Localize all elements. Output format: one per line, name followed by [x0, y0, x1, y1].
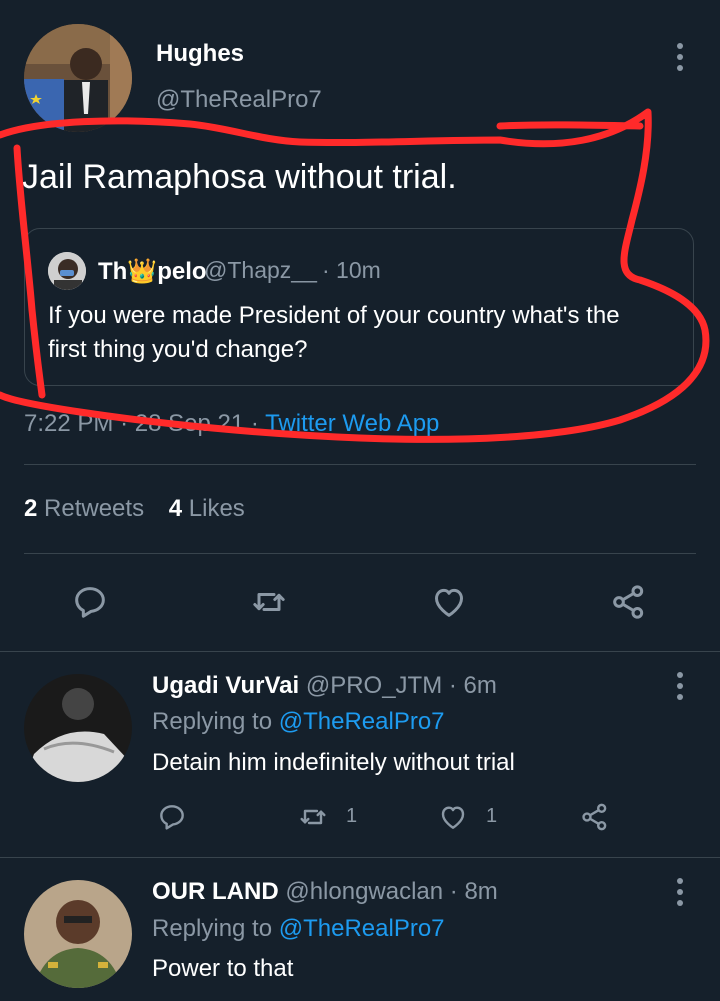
replying-to-handle[interactable]: @TheRealPro7	[279, 915, 445, 942]
tweet-stats: 2 Retweets 4 Likes	[24, 495, 245, 523]
reply-avatar-image	[24, 880, 132, 988]
reply-avatar-image	[24, 674, 132, 782]
divider	[0, 857, 720, 858]
likes-stat[interactable]: 4 Likes	[169, 495, 245, 522]
author-avatar[interactable]	[24, 24, 132, 132]
retweets-label: Retweets	[44, 495, 145, 522]
replying-to-handle[interactable]: @TheRealPro7	[279, 708, 445, 735]
share-icon[interactable]	[608, 582, 650, 622]
replying-to-label: Replying to	[152, 708, 273, 735]
tweet-date: 28 Sep 21	[134, 410, 245, 437]
like-icon[interactable]	[428, 582, 470, 622]
reply-retweet-count: 1	[346, 805, 358, 827]
reply-header: Ugadi VurVai @PRO_JTM · 6m	[152, 672, 497, 700]
quoted-avatar[interactable]	[48, 252, 86, 290]
likes-label: Likes	[188, 495, 245, 522]
reply-time: · 8m	[449, 878, 498, 905]
author-handle[interactable]: @TheRealPro7	[156, 86, 322, 114]
like-icon[interactable]	[436, 801, 470, 833]
reply-author-name[interactable]: Ugadi VurVai	[152, 672, 299, 699]
meta-separator: ·	[250, 410, 259, 437]
retweet-icon[interactable]	[248, 582, 290, 622]
more-options-icon[interactable]	[677, 43, 683, 76]
quoted-text-line1: If you were made President of your count…	[48, 302, 620, 329]
reply-avatar[interactable]	[24, 880, 132, 988]
replying-to: Replying to @TheRealPro7	[152, 915, 445, 943]
replying-to-label: Replying to	[152, 915, 273, 942]
retweets-stat[interactable]: 2 Retweets	[24, 495, 151, 522]
tweet-source-link[interactable]: Twitter Web App	[265, 410, 439, 437]
reply-author-handle[interactable]: @PRO_JTM	[306, 672, 442, 699]
more-options-icon[interactable]	[677, 878, 683, 911]
reply-author-handle[interactable]: @hlongwaclan	[285, 878, 443, 905]
author-name[interactable]: Hughes	[156, 40, 244, 68]
retweets-count: 2	[24, 495, 38, 522]
more-options-icon[interactable]	[677, 672, 683, 705]
reply-time: · 6m	[448, 672, 497, 699]
reply-avatar[interactable]	[24, 674, 132, 782]
tweet-text: Jail Ramaphosa without trial.	[22, 158, 457, 196]
tweet-meta: 7:22 PM · 28 Sep 21 · Twitter Web App	[24, 410, 439, 438]
quoted-author-handle[interactable]: @Thapz__	[204, 257, 317, 284]
reply-text: Power to that	[152, 955, 294, 982]
meta-separator: ·	[120, 410, 129, 437]
reply-header: OUR LAND @hlongwaclan · 8m	[152, 878, 498, 906]
retweet-icon[interactable]	[296, 801, 330, 833]
quoted-time: · 10m	[322, 257, 381, 283]
replying-to: Replying to @TheRealPro7	[152, 708, 445, 736]
tweet-time: 7:22 PM	[24, 410, 114, 437]
avatar-image	[24, 24, 132, 132]
divider	[24, 464, 696, 465]
likes-count: 4	[168, 495, 183, 522]
divider	[0, 651, 720, 652]
reply-icon[interactable]	[156, 801, 188, 833]
quoted-avatar-image	[48, 252, 86, 290]
divider	[24, 553, 696, 554]
quoted-text-line2: first thing you'd change?	[48, 336, 308, 363]
reply-icon[interactable]	[70, 582, 110, 622]
reply-author-name[interactable]: OUR LAND	[152, 878, 279, 905]
quoted-author-name[interactable]: Th👑pelo	[98, 257, 207, 286]
share-icon[interactable]	[578, 801, 612, 833]
reply-like-count: 1	[486, 805, 498, 827]
reply-text: Detain him indefinitely without trial	[152, 749, 515, 776]
